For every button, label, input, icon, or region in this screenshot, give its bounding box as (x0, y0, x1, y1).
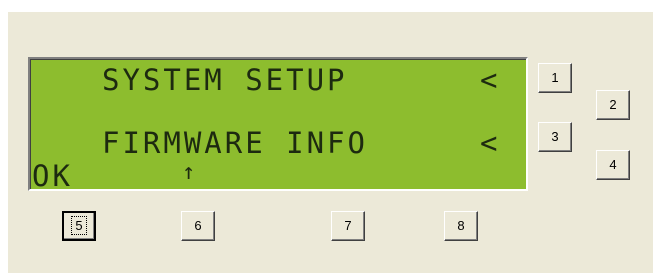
button-3-label: 3 (551, 129, 559, 144)
lcd-line-2-cursor: < (480, 126, 501, 160)
button-2-label: 2 (609, 97, 617, 112)
lcd-up-arrow-icon: ↑ (182, 160, 199, 185)
button-5[interactable]: 5 (62, 211, 96, 241)
button-5-label: 5 (71, 216, 87, 235)
button-1-label: 1 (551, 70, 559, 85)
button-6[interactable]: 6 (181, 211, 215, 241)
button-3[interactable]: 3 (538, 122, 572, 152)
lcd-line-1: SYSTEM SETUP (102, 63, 348, 97)
button-7[interactable]: 7 (331, 211, 365, 241)
button-7-label: 7 (344, 218, 352, 233)
button-6-label: 6 (194, 218, 202, 233)
button-1[interactable]: 1 (538, 63, 572, 93)
button-8-label: 8 (457, 218, 465, 233)
lcd-ok-label: OK (32, 159, 73, 191)
button-2[interactable]: 2 (596, 90, 630, 120)
button-8[interactable]: 8 (444, 211, 478, 241)
lcd-line-1-cursor: < (480, 63, 501, 97)
button-4-label: 4 (609, 157, 617, 172)
lcd-line-2: FIRMWARE INFO (102, 126, 368, 160)
lcd-display: SYSTEM SETUP < FIRMWARE INFO < OK ↑ (28, 57, 528, 191)
button-4[interactable]: 4 (596, 150, 630, 180)
